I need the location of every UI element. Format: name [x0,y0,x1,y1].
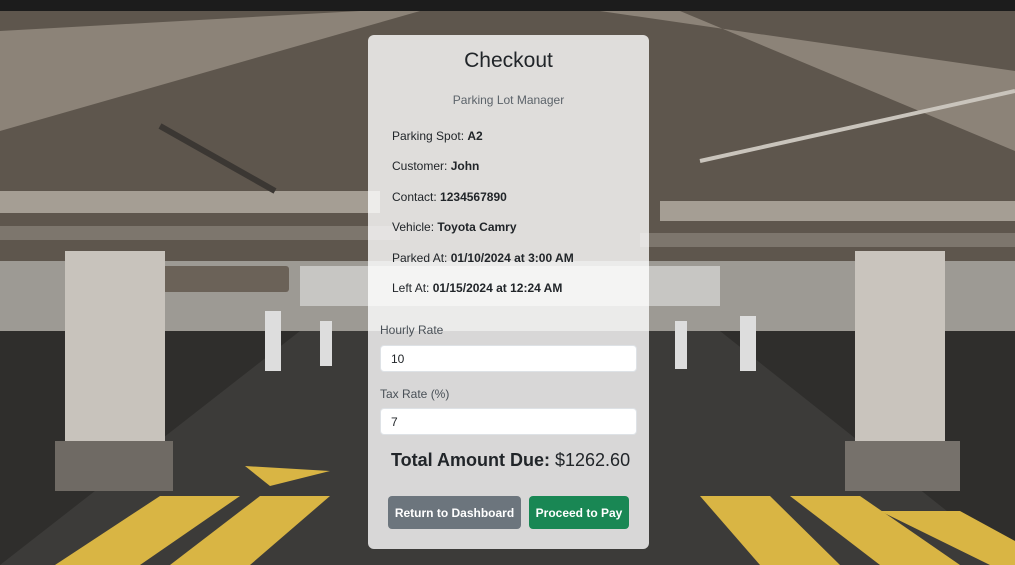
hourly-rate-label: Hourly Rate [380,323,444,337]
tax-rate-label: Tax Rate (%) [380,387,450,401]
checkout-card: Checkout Parking Lot Manager Parking Spo… [368,35,649,549]
detail-label: Parked At: [392,251,448,265]
detail-label: Parking Spot: [392,129,465,143]
detail-value: Toyota Camry [437,220,517,234]
detail-label: Customer: [392,159,448,173]
detail-parked-at: Parked At: 01/10/2024 at 3:00 AM [392,251,574,265]
proceed-to-pay-button[interactable]: Proceed to Pay [529,496,629,529]
detail-parking-spot: Parking Spot: A2 [392,129,483,143]
total-label: Total Amount Due: [391,450,550,470]
detail-vehicle: Vehicle: Toyota Camry [392,220,517,234]
page-subtitle: Parking Lot Manager [452,93,565,107]
detail-value: 01/15/2024 at 12:24 AM [432,281,563,295]
detail-customer: Customer: John [392,159,479,173]
detail-value: A2 [467,129,483,143]
total-value: $1262.60 [555,450,631,470]
page-title: Checkout [464,49,553,72]
detail-left-at: Left At: 01/15/2024 at 12:24 AM [392,281,562,295]
detail-value: 01/10/2024 at 3:00 AM [450,251,574,265]
detail-label: Left At: [392,281,430,295]
browser-top-strip [0,0,1015,11]
total-amount-due: Total Amount Due: $1262.60 [391,450,630,471]
return-to-dashboard-button[interactable]: Return to Dashboard [388,496,521,529]
tax-rate-input[interactable] [380,408,637,435]
detail-label: Vehicle: [392,220,435,234]
detail-label: Contact: [392,190,437,204]
detail-value: John [450,159,480,173]
detail-contact: Contact: 1234567890 [392,190,507,204]
detail-value: 1234567890 [440,190,507,204]
hourly-rate-input[interactable] [380,345,637,372]
